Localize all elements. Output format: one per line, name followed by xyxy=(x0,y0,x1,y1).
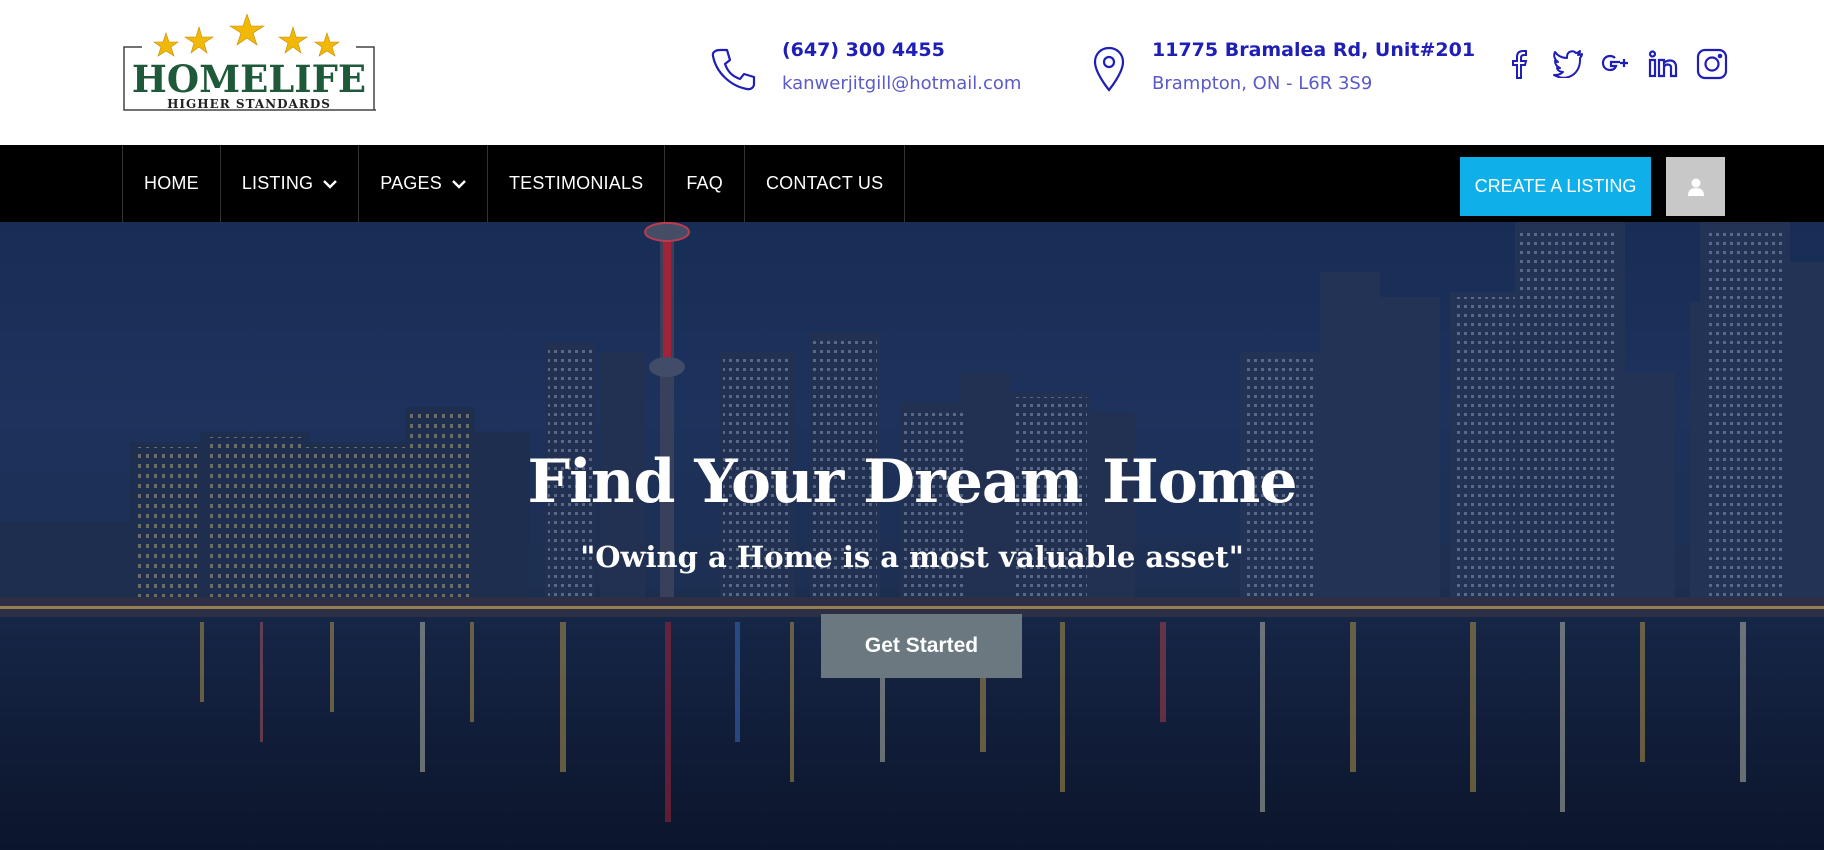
address-line-1: 11775 Bramalea Rd, Unit#201 xyxy=(1152,39,1476,61)
nav-menu: HOME LISTING PAGES TESTIMONIALS FAQ CONT… xyxy=(122,145,906,222)
hero-title: Find Your Dream Home xyxy=(527,447,1297,517)
create-listing-button[interactable]: CREATE A LISTING xyxy=(1460,157,1651,216)
nav-item-label: LISTING xyxy=(241,173,314,193)
nav-item-testimonials[interactable]: TESTIMONIALS xyxy=(488,145,666,222)
phone-icon xyxy=(710,46,756,92)
top-bar: HOMELIFE HIGHER STANDARDS (647) 300 4455… xyxy=(0,0,1824,145)
get-started-label: Get Started xyxy=(864,634,979,657)
nav-item-label: PAGES xyxy=(380,173,442,193)
nav-item-contact-us[interactable]: CONTACT US xyxy=(745,145,906,222)
nav-item-label: HOME xyxy=(144,173,199,193)
hero-subtitle: "Owing a Home is a most valuable asset" xyxy=(580,540,1244,574)
create-listing-label: CREATE A LISTING xyxy=(1474,176,1637,196)
facebook-icon[interactable] xyxy=(1504,48,1536,80)
logo-wordmark: HOMELIFE xyxy=(132,57,366,101)
nav-item-label: CONTACT US xyxy=(765,173,884,193)
get-started-button[interactable]: Get Started xyxy=(821,614,1022,678)
chevron-down-icon xyxy=(452,179,466,189)
twitter-icon[interactable] xyxy=(1552,48,1584,80)
logo-tagline: HIGHER STANDARDS xyxy=(167,97,331,111)
user-icon xyxy=(1687,178,1704,196)
nav-item-faq[interactable]: FAQ xyxy=(665,145,745,222)
chevron-down-icon xyxy=(323,179,338,189)
homelife-logo[interactable]: HOMELIFE HIGHER STANDARDS xyxy=(122,13,376,115)
nav-item-label: FAQ xyxy=(686,173,723,193)
nav-item-listing[interactable]: LISTING xyxy=(221,145,360,222)
phone-contact: (647) 300 4455 kanwerjitgill@hotmail.com xyxy=(710,38,1021,96)
email-address[interactable]: kanwerjitgill@hotmail.com xyxy=(782,72,1021,96)
nav-item-pages[interactable]: PAGES xyxy=(359,145,488,222)
hero-banner xyxy=(0,222,1824,850)
phone-number[interactable]: (647) 300 4455 xyxy=(782,38,1021,62)
social-links xyxy=(1504,48,1728,80)
city-skyline-image xyxy=(0,222,1824,850)
nav-item-home[interactable]: HOME xyxy=(123,145,221,222)
user-account-button[interactable] xyxy=(1666,157,1725,216)
linkedin-icon[interactable] xyxy=(1648,48,1680,80)
google-plus-icon[interactable] xyxy=(1600,48,1632,80)
address-contact: 11775 Bramalea Rd, Unit#201 Brampton, ON… xyxy=(1092,38,1475,96)
location-pin-icon xyxy=(1092,46,1126,92)
nav-item-label: TESTIMONIALS xyxy=(508,173,644,193)
instagram-icon[interactable] xyxy=(1696,48,1728,80)
address-line-2: Brampton, ON - L6R 3S9 xyxy=(1152,73,1373,94)
